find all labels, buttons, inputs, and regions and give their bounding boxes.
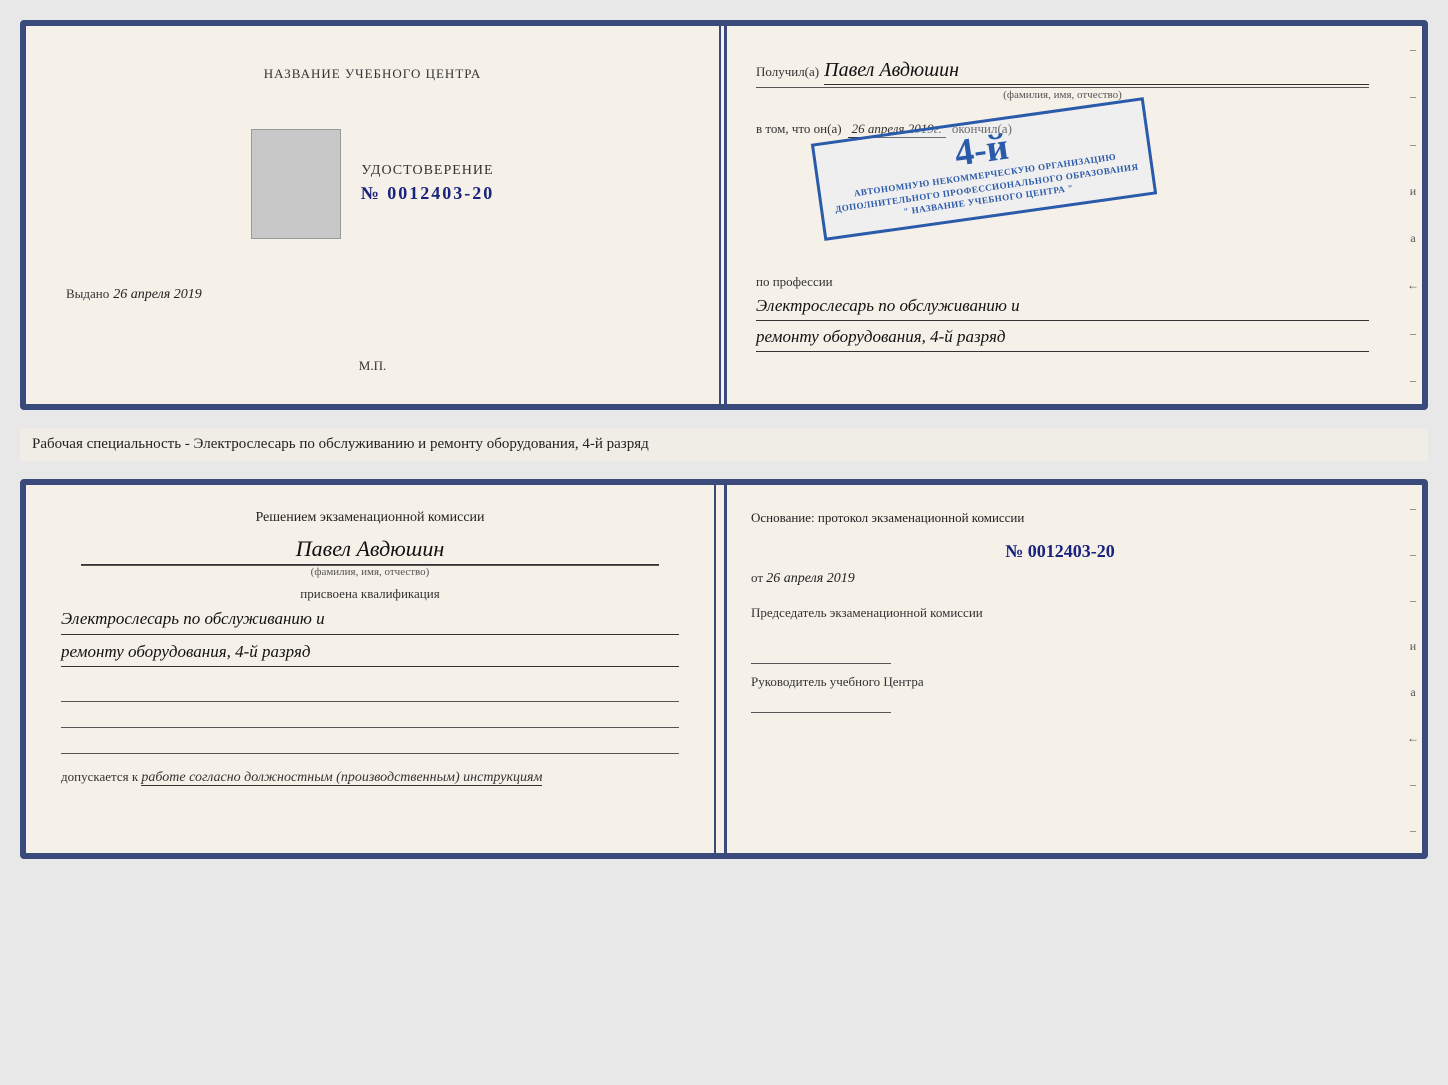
vtom-prefix: в том, что он(а) [756,121,842,137]
stamp-box: 4-й АВТОНОМНУЮ НЕКОММЕРЧЕСКУЮ ОРГАНИЗАЦИ… [811,97,1158,241]
sig-line-1 [61,682,679,702]
sig-line-3 [61,734,679,754]
predsedatel-sig-line [751,646,891,664]
fio-hint-bottom: (фамилия, имя, отчество) [81,565,659,578]
prisvoena-label: присвоена квалификация [61,586,679,602]
stamp-area: 4-й АВТОНОМНУЮ НЕКОММЕРЧЕСКУЮ ОРГАНИЗАЦИ… [756,155,1369,235]
rukovoditel-sig-line [751,695,891,713]
udost-number: № 0012403-20 [361,183,495,204]
mp-label: М.П. [359,358,386,374]
poluchil-label: Получил(а) [756,64,819,80]
dopuskaetsya-section: допускается к работе согласно должностны… [61,769,679,786]
ot-date-row: от 26 апреля 2019 [751,570,1369,587]
profession-line2: ремонту оборудования, 4-й разряд [756,325,1369,352]
right-edge-top: – – – и а ← – – [1404,26,1422,404]
qualification-line1: Электрослесарь по обслуживанию и [61,606,679,635]
poluchil-row: Получил(а) Павел Авдюшин [756,59,1369,85]
udost-section: УДОСТОВЕРЕНИЕ № 0012403-20 [361,163,495,204]
signature-lines [61,682,679,754]
person-name-bottom: Павел Авдюшин [81,536,659,565]
bottom-right-panel: Основание: протокол экзаменационной коми… [716,485,1404,853]
person-name-top: Павел Авдюшин [824,59,1369,85]
ot-date: 26 апреля 2019 [766,571,854,586]
profession-section: по профессии Электрослесарь по обслужива… [756,262,1369,352]
dopusk-text: работе согласно должностным (производств… [141,770,542,786]
middle-text: Рабочая специальность - Электрослесарь п… [20,428,1428,461]
decision-title: Решением экзаменационной комиссии [61,510,679,526]
dopuskaetsya-label: допускается к [61,769,138,784]
ot-prefix: от [751,570,763,585]
right-edge-bottom: – – – и а ← – – [1404,485,1422,853]
top-left-panel: НАЗВАНИЕ УЧЕБНОГО ЦЕНТРА УДОСТОВЕРЕНИЕ №… [26,26,721,404]
sig-line-2 [61,708,679,728]
vydano-label: Выдано [66,286,109,301]
page-wrapper: НАЗВАНИЕ УЧЕБНОГО ЦЕНТРА УДОСТОВЕРЕНИЕ №… [20,20,1428,859]
bottom-left-panel: Решением экзаменационной комиссии Павел … [26,485,716,853]
protocol-number: № 0012403-20 [751,541,1369,562]
bottom-document: Решением экзаменационной комиссии Павел … [20,479,1428,859]
profession-line1: Электрослесарь по обслуживанию и [756,294,1369,321]
rukovoditel-text: Руководитель учебного Центра [751,674,1369,690]
center-title: НАЗВАНИЕ УЧЕБНОГО ЦЕНТРА [264,66,481,82]
udost-label: УДОСТОВЕРЕНИЕ [361,163,495,179]
photo-placeholder [251,129,341,239]
left-bottom-row: Выдано 26 апреля 2019 [66,285,679,313]
vydano-section: Выдано 26 апреля 2019 [66,285,679,303]
top-document: НАЗВАНИЕ УЧЕБНОГО ЦЕНТРА УДОСТОВЕРЕНИЕ №… [20,20,1428,410]
fio-hint-top: (фамилия, имя, отчество) [756,87,1369,101]
po-professii-label: по профессии [756,274,1369,290]
osnovanie-text: Основание: протокол экзаменационной коми… [751,510,1369,526]
vydano-date: 26 апреля 2019 [113,287,201,302]
predsedatel-text: Председатель экзаменационной комиссии [751,605,1369,621]
top-right-panel: Получил(а) Павел Авдюшин (фамилия, имя, … [721,26,1404,404]
qualification-line2: ремонту оборудования, 4-й разряд [61,639,679,668]
